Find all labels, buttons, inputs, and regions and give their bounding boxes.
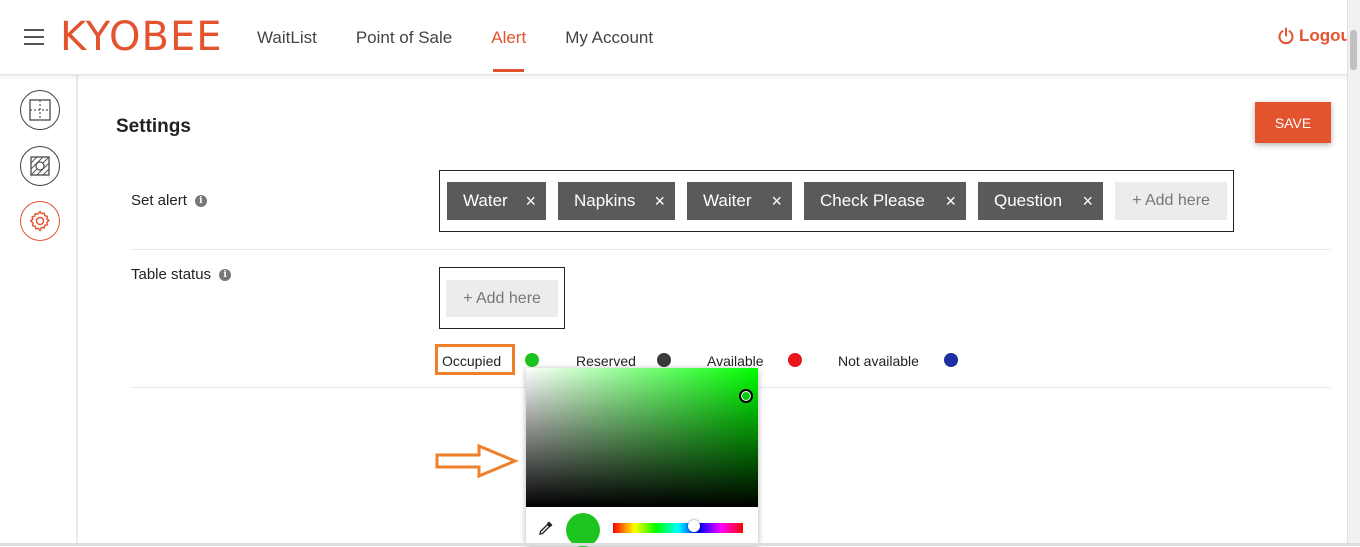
close-icon[interactable]: × — [654, 192, 665, 210]
alert-chip-waiter[interactable]: Waiter × — [687, 182, 792, 220]
alert-chips-container: Water × Napkins × Waiter × Check Please … — [439, 170, 1234, 232]
nav-point-of-sale[interactable]: Point of Sale — [356, 0, 452, 74]
power-icon — [1278, 27, 1294, 45]
nav-waitlist[interactable]: WaitList — [257, 0, 317, 74]
table-layout-icon — [30, 156, 50, 176]
info-icon[interactable]: i — [194, 194, 207, 207]
alert-chip-question[interactable]: Question × — [978, 182, 1103, 220]
eyedropper-icon[interactable] — [538, 520, 554, 536]
table-status-label: Table status — [131, 266, 212, 283]
side-toolbar — [0, 75, 78, 546]
highlight-annotation — [435, 344, 515, 375]
status-color-reserved[interactable] — [657, 353, 671, 367]
top-header: KYOBEE WaitList Point of Sale Alert My A… — [0, 0, 1360, 75]
status-color-not-available[interactable] — [944, 353, 958, 367]
main-nav: WaitList Point of Sale Alert My Account — [257, 0, 692, 74]
kyobee-logo[interactable]: KYOBEE — [60, 14, 223, 60]
logout-label: Logou — [1299, 26, 1351, 45]
chip-label: Waiter — [703, 191, 752, 210]
close-icon[interactable]: × — [945, 192, 956, 210]
gear-icon — [29, 210, 50, 232]
chip-label: Napkins — [574, 191, 636, 210]
chip-label: Question — [994, 191, 1063, 210]
add-alert-button[interactable]: + Add here — [1115, 182, 1227, 220]
floor-plan-button[interactable] — [20, 90, 60, 130]
status-color-available[interactable] — [788, 353, 802, 367]
save-button[interactable]: SAVE — [1255, 102, 1331, 143]
scrollbar-thumb[interactable] — [1350, 30, 1357, 70]
table-status-container: + Add here — [439, 267, 565, 329]
close-icon[interactable]: × — [525, 192, 536, 210]
settings-button[interactable] — [20, 201, 60, 241]
alert-chip-water[interactable]: Water × — [447, 182, 546, 220]
chip-label: Check Please — [820, 191, 925, 210]
status-label-reserved[interactable]: Reserved — [576, 353, 636, 369]
status-label-not-available[interactable]: Not available — [838, 353, 919, 369]
set-alert-label: Set alert — [131, 192, 187, 209]
table-status-label-group: Table status i — [131, 266, 232, 283]
page-title: Settings — [116, 116, 191, 137]
saturation-area[interactable] — [526, 368, 758, 507]
annotation-arrow-icon — [435, 443, 519, 479]
status-label-available[interactable]: Available — [707, 353, 764, 369]
vertical-scrollbar[interactable] — [1347, 0, 1360, 546]
close-icon[interactable]: × — [1082, 192, 1093, 210]
hue-slider[interactable] — [613, 520, 743, 533]
divider — [131, 249, 1331, 250]
floor-plan-icon — [29, 99, 51, 121]
nav-my-account[interactable]: My Account — [565, 0, 653, 74]
alert-chip-napkins[interactable]: Napkins × — [558, 182, 675, 220]
color-picker-popup — [526, 368, 758, 547]
add-table-status-button[interactable]: + Add here — [446, 280, 558, 317]
close-icon[interactable]: × — [771, 192, 782, 210]
set-alert-label-group: Set alert i — [131, 192, 207, 209]
nav-alert[interactable]: Alert — [491, 0, 526, 74]
status-color-occupied[interactable] — [525, 353, 539, 367]
info-icon[interactable]: i — [219, 268, 232, 281]
logout-button[interactable]: Logou — [1277, 26, 1351, 46]
saturation-handle[interactable] — [739, 389, 753, 403]
table-layout-button[interactable] — [20, 146, 60, 186]
hue-handle[interactable] — [688, 520, 700, 532]
color-preview-swatch — [566, 513, 600, 547]
chip-label: Water — [463, 191, 508, 210]
alert-chip-check-please[interactable]: Check Please × — [804, 182, 966, 220]
hamburger-menu-icon[interactable] — [24, 29, 44, 45]
